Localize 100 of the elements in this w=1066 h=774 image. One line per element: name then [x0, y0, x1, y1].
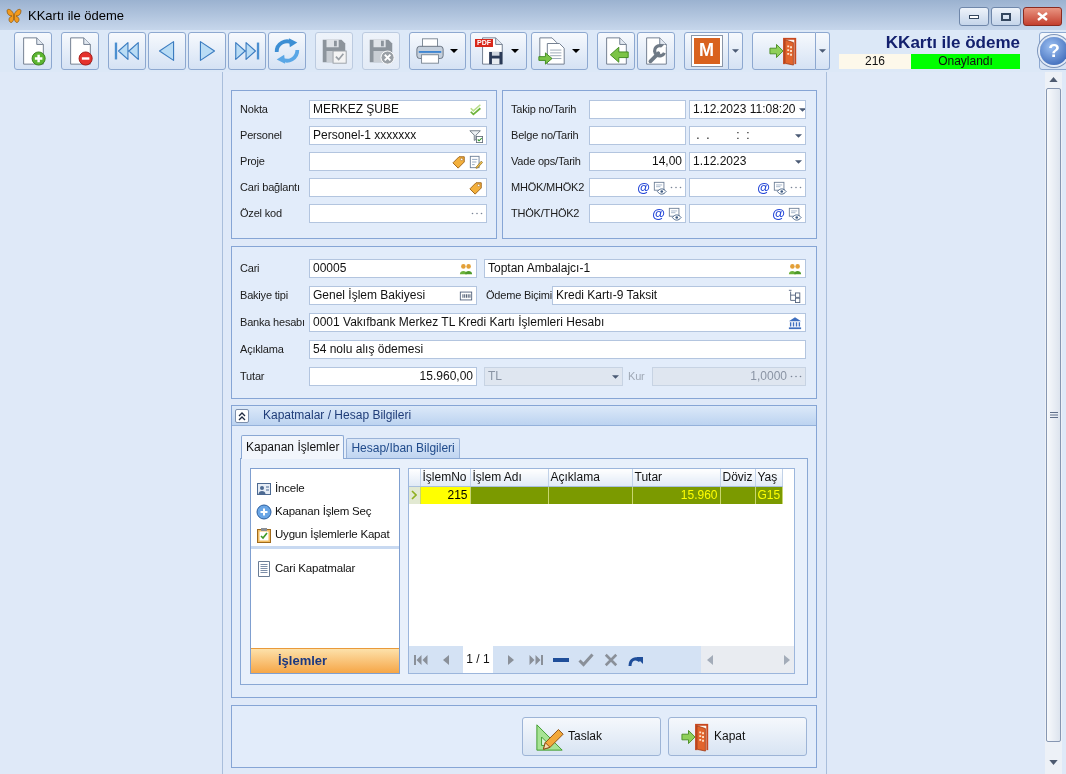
close-icon [604, 652, 618, 667]
text-field[interactable] [589, 100, 686, 119]
people-icon [788, 261, 802, 276]
m-menu-button[interactable]: M [684, 32, 729, 70]
field-label: Açıklama [240, 342, 285, 357]
contact-field[interactable]: @ [689, 178, 806, 197]
group-title: Kapatmalar / Hesap Bilgileri [263, 408, 412, 423]
caret-icon [732, 49, 739, 53]
lookup-field[interactable]: Kredi Kartı-9 Taksit [552, 286, 806, 305]
field-label: Nokta [240, 102, 269, 117]
lookup-field[interactable]: Personel-1 xxxxxxx [309, 126, 487, 145]
caret-icon [450, 49, 458, 53]
previous-button[interactable] [148, 32, 186, 70]
caret-icon [819, 49, 826, 53]
date-field[interactable]: . . : : [689, 126, 806, 145]
first-button[interactable] [108, 32, 146, 70]
card-eye-icon [773, 180, 787, 195]
amount-field[interactable]: 15.960,00 [309, 367, 477, 386]
ellipsis-icon [790, 375, 802, 378]
exit-door-icon [681, 721, 711, 752]
column-header[interactable]: Döviz [720, 469, 755, 486]
exit-door-icon [769, 36, 799, 66]
scroll-right-icon [784, 654, 790, 665]
field-label: Cari bağlantı [240, 180, 301, 195]
card-eye-icon [788, 206, 802, 221]
column-header[interactable]: Tutar [632, 469, 720, 486]
column-header[interactable]: Açıklama [548, 469, 632, 486]
tab[interactable]: Hesap/Iban Bilgileri [346, 438, 460, 458]
person-card-icon [256, 480, 272, 497]
column-header[interactable]: İşlemNo [420, 469, 470, 486]
tab[interactable]: Kapanan İşlemler [241, 435, 345, 459]
close-button[interactable] [1023, 7, 1062, 26]
grip-icon [1049, 412, 1058, 418]
column-header [409, 469, 420, 486]
delete-button[interactable] [61, 32, 99, 70]
next-button[interactable] [188, 32, 226, 70]
text-field[interactable] [589, 126, 686, 145]
lookup-field[interactable]: Toptan Ambalajcı-1 [484, 259, 806, 278]
minus-icon [553, 657, 569, 662]
refresh-button[interactable] [268, 32, 306, 70]
lookup-field[interactable]: Genel İşlem Bakiyesi [309, 286, 477, 305]
field-label: Personel [240, 128, 283, 143]
maximize-icon [1001, 12, 1011, 21]
refresh-icon [272, 36, 302, 66]
horizontal-scrollbar[interactable] [701, 646, 794, 673]
draft-button[interactable]: Taslak [522, 717, 661, 756]
print-button[interactable] [409, 32, 466, 70]
page-indicator: 1 / 1 [463, 646, 493, 673]
action-item[interactable]: Uygun İşlemlerle Kapat [251, 523, 399, 546]
action-item[interactable]: İncele [251, 477, 399, 500]
contact-field[interactable]: @ [689, 204, 806, 223]
double-chevron-up-icon [237, 410, 247, 421]
field-label: Özel kod [240, 206, 283, 221]
minimize-button[interactable] [959, 7, 989, 26]
column-header[interactable]: Yaş [755, 469, 782, 486]
field-label: Vade ops/Tarih [511, 154, 582, 169]
exit-button[interactable] [752, 32, 816, 70]
actions-group-header[interactable]: İşlemler [251, 648, 399, 673]
bank-icon [788, 315, 802, 330]
contact-field[interactable]: @ [589, 178, 686, 197]
close-form-button[interactable]: Kapat [668, 717, 807, 756]
table-row[interactable]: 215 15.960 G15 [409, 486, 782, 504]
status-label: Onaylandı [911, 54, 1020, 69]
record-title: KKartı ile ödeme [885, 33, 1020, 53]
caret-icon [511, 49, 519, 53]
dropdown-button[interactable] [729, 32, 743, 70]
text-field[interactable]: 54 nolu alış ödemesi [309, 340, 806, 359]
action-item[interactable]: Kapanan İşlem Seç [251, 500, 399, 523]
column-header[interactable]: İşlem Adı [470, 469, 548, 486]
collapse-button[interactable] [235, 408, 249, 423]
number-field[interactable]: 14,00 [589, 152, 686, 171]
lookup-field[interactable] [309, 152, 487, 171]
tools-button[interactable] [637, 32, 675, 70]
check-icon [469, 102, 483, 117]
up-arrow-icon [1049, 77, 1058, 82]
check-icon [578, 651, 594, 668]
lookup-field[interactable]: 0001 Vakıfbank Merkez TL Kredi Kartı İşlemleri Hesabı [309, 313, 806, 332]
date-field[interactable]: 1.12.2023 11:08:20 [689, 100, 806, 119]
scrollbar-thumb[interactable] [1046, 88, 1061, 742]
action-item[interactable]: Cari Kapatmalar [251, 557, 399, 580]
export-button[interactable] [531, 32, 588, 70]
last-button[interactable] [228, 32, 266, 70]
contact-field[interactable]: @ [589, 204, 686, 223]
card-eye-icon [653, 180, 667, 195]
dropdown-button[interactable] [816, 32, 830, 70]
lookup-field[interactable] [309, 204, 487, 223]
lookup-field[interactable] [309, 178, 487, 197]
new-button[interactable] [14, 32, 52, 70]
ellipsis-icon [670, 186, 682, 189]
field-label: Proje [240, 154, 266, 169]
import-button[interactable] [597, 32, 635, 70]
lookup-field[interactable]: MERKEZ ŞUBE [309, 100, 487, 119]
edit-note-icon [469, 154, 483, 169]
card-eye-icon [668, 206, 682, 221]
user-filter-icon [469, 128, 483, 143]
date-field[interactable]: 1.12.2023 [689, 152, 806, 171]
maximize-button[interactable] [991, 7, 1021, 26]
printer-icon [415, 36, 445, 66]
lookup-field[interactable]: 00005 [309, 259, 477, 278]
window-title: KKartı ile ödeme [28, 8, 125, 23]
